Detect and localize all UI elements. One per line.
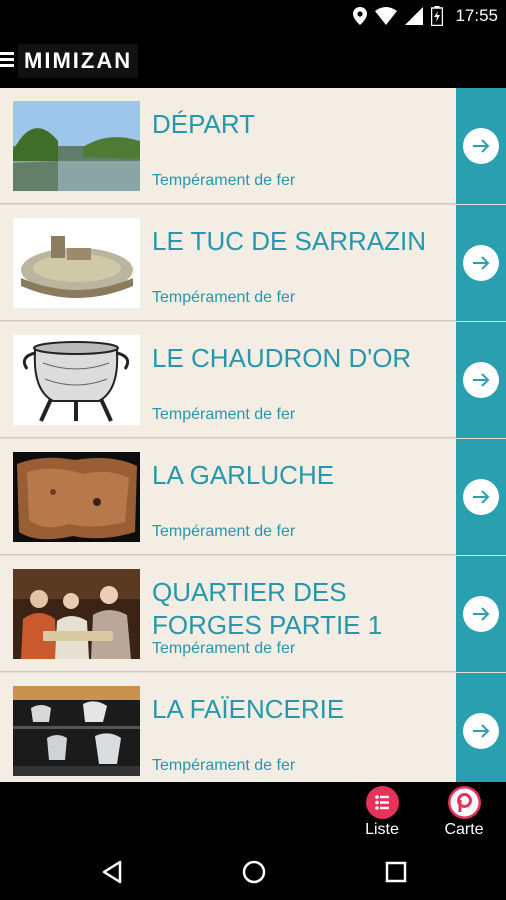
open-item-button[interactable]: [456, 556, 506, 672]
arrow-right-icon: [463, 713, 499, 749]
item-title: LA FAÏENCERIE: [152, 694, 345, 724]
painting-banquet-image: [13, 569, 140, 659]
status-bar: 17:55: [0, 0, 506, 32]
battery-charging-icon: [431, 6, 444, 26]
home-icon[interactable]: [239, 857, 269, 887]
tab-label: Liste: [365, 821, 399, 838]
app-title: MIMIZAN: [18, 44, 139, 78]
item-title: DÉPART: [152, 109, 256, 139]
open-item-button[interactable]: [456, 205, 506, 321]
recents-icon[interactable]: [381, 857, 411, 887]
list-item[interactable]: LA GARLUCHE Tempérament de fer: [0, 439, 506, 555]
location-icon: [353, 7, 368, 25]
map-pin-icon: [448, 786, 481, 819]
tab-liste[interactable]: Liste: [352, 784, 412, 840]
item-subtitle: Tempérament de fer: [152, 172, 296, 189]
garluche-stone-image: [13, 452, 140, 542]
list-item[interactable]: QUARTIER DES FORGES PARTIE 1 Tempérament…: [0, 556, 506, 672]
status-time: 17:55: [455, 6, 498, 25]
item-title: QUARTIER DES FORGES PARTIE 1: [152, 577, 383, 640]
list-item[interactable]: DÉPART Tempérament de fer: [0, 88, 506, 204]
open-item-button[interactable]: [456, 322, 506, 438]
status-icons: 17:55: [353, 5, 498, 27]
list-icon: [366, 786, 399, 819]
poi-list[interactable]: DÉPART Tempérament de fer LE TUC DE SARR…: [0, 88, 506, 782]
cauldron-engraving: [13, 335, 140, 425]
app-bar: MIMIZAN: [0, 32, 506, 88]
arrow-right-icon: [463, 596, 499, 632]
arrow-right-icon: [463, 128, 499, 164]
tab-label: Carte: [444, 821, 484, 838]
signal-icon: [405, 7, 424, 25]
open-item-button[interactable]: [456, 439, 506, 555]
item-title: LE TUC DE SARRAZIN: [152, 226, 427, 256]
bottom-tab-bar: Liste Carte: [0, 782, 506, 842]
list-item[interactable]: LE TUC DE SARRAZIN Tempérament de fer: [0, 205, 506, 321]
list-item[interactable]: LA FAÏENCERIE Tempérament de fer: [0, 673, 506, 782]
item-subtitle: Tempérament de fer: [152, 406, 296, 423]
tab-carte[interactable]: Carte: [434, 784, 494, 840]
item-subtitle: Tempérament de fer: [152, 289, 296, 306]
item-title: LA GARLUCHE: [152, 460, 335, 490]
item-subtitle: Tempérament de fer: [152, 640, 296, 657]
lake-landscape-image: [13, 101, 140, 191]
item-subtitle: Tempérament de fer: [152, 757, 296, 774]
arrow-right-icon: [463, 362, 499, 398]
system-nav-bar: [0, 842, 506, 900]
item-subtitle: Tempérament de fer: [152, 523, 296, 540]
faience-pottery-image: [13, 686, 140, 776]
hamburger-menu-icon[interactable]: [0, 52, 14, 70]
open-item-button[interactable]: [456, 88, 506, 204]
wifi-icon: [375, 7, 398, 25]
back-icon[interactable]: [98, 857, 128, 887]
open-item-button[interactable]: [456, 673, 506, 782]
arrow-right-icon: [463, 245, 499, 281]
arrow-right-icon: [463, 479, 499, 515]
item-title: LE CHAUDRON D'OR: [152, 343, 412, 373]
list-item[interactable]: LE CHAUDRON D'OR Tempérament de fer: [0, 322, 506, 438]
fortified-camp-illustration: [13, 218, 140, 308]
